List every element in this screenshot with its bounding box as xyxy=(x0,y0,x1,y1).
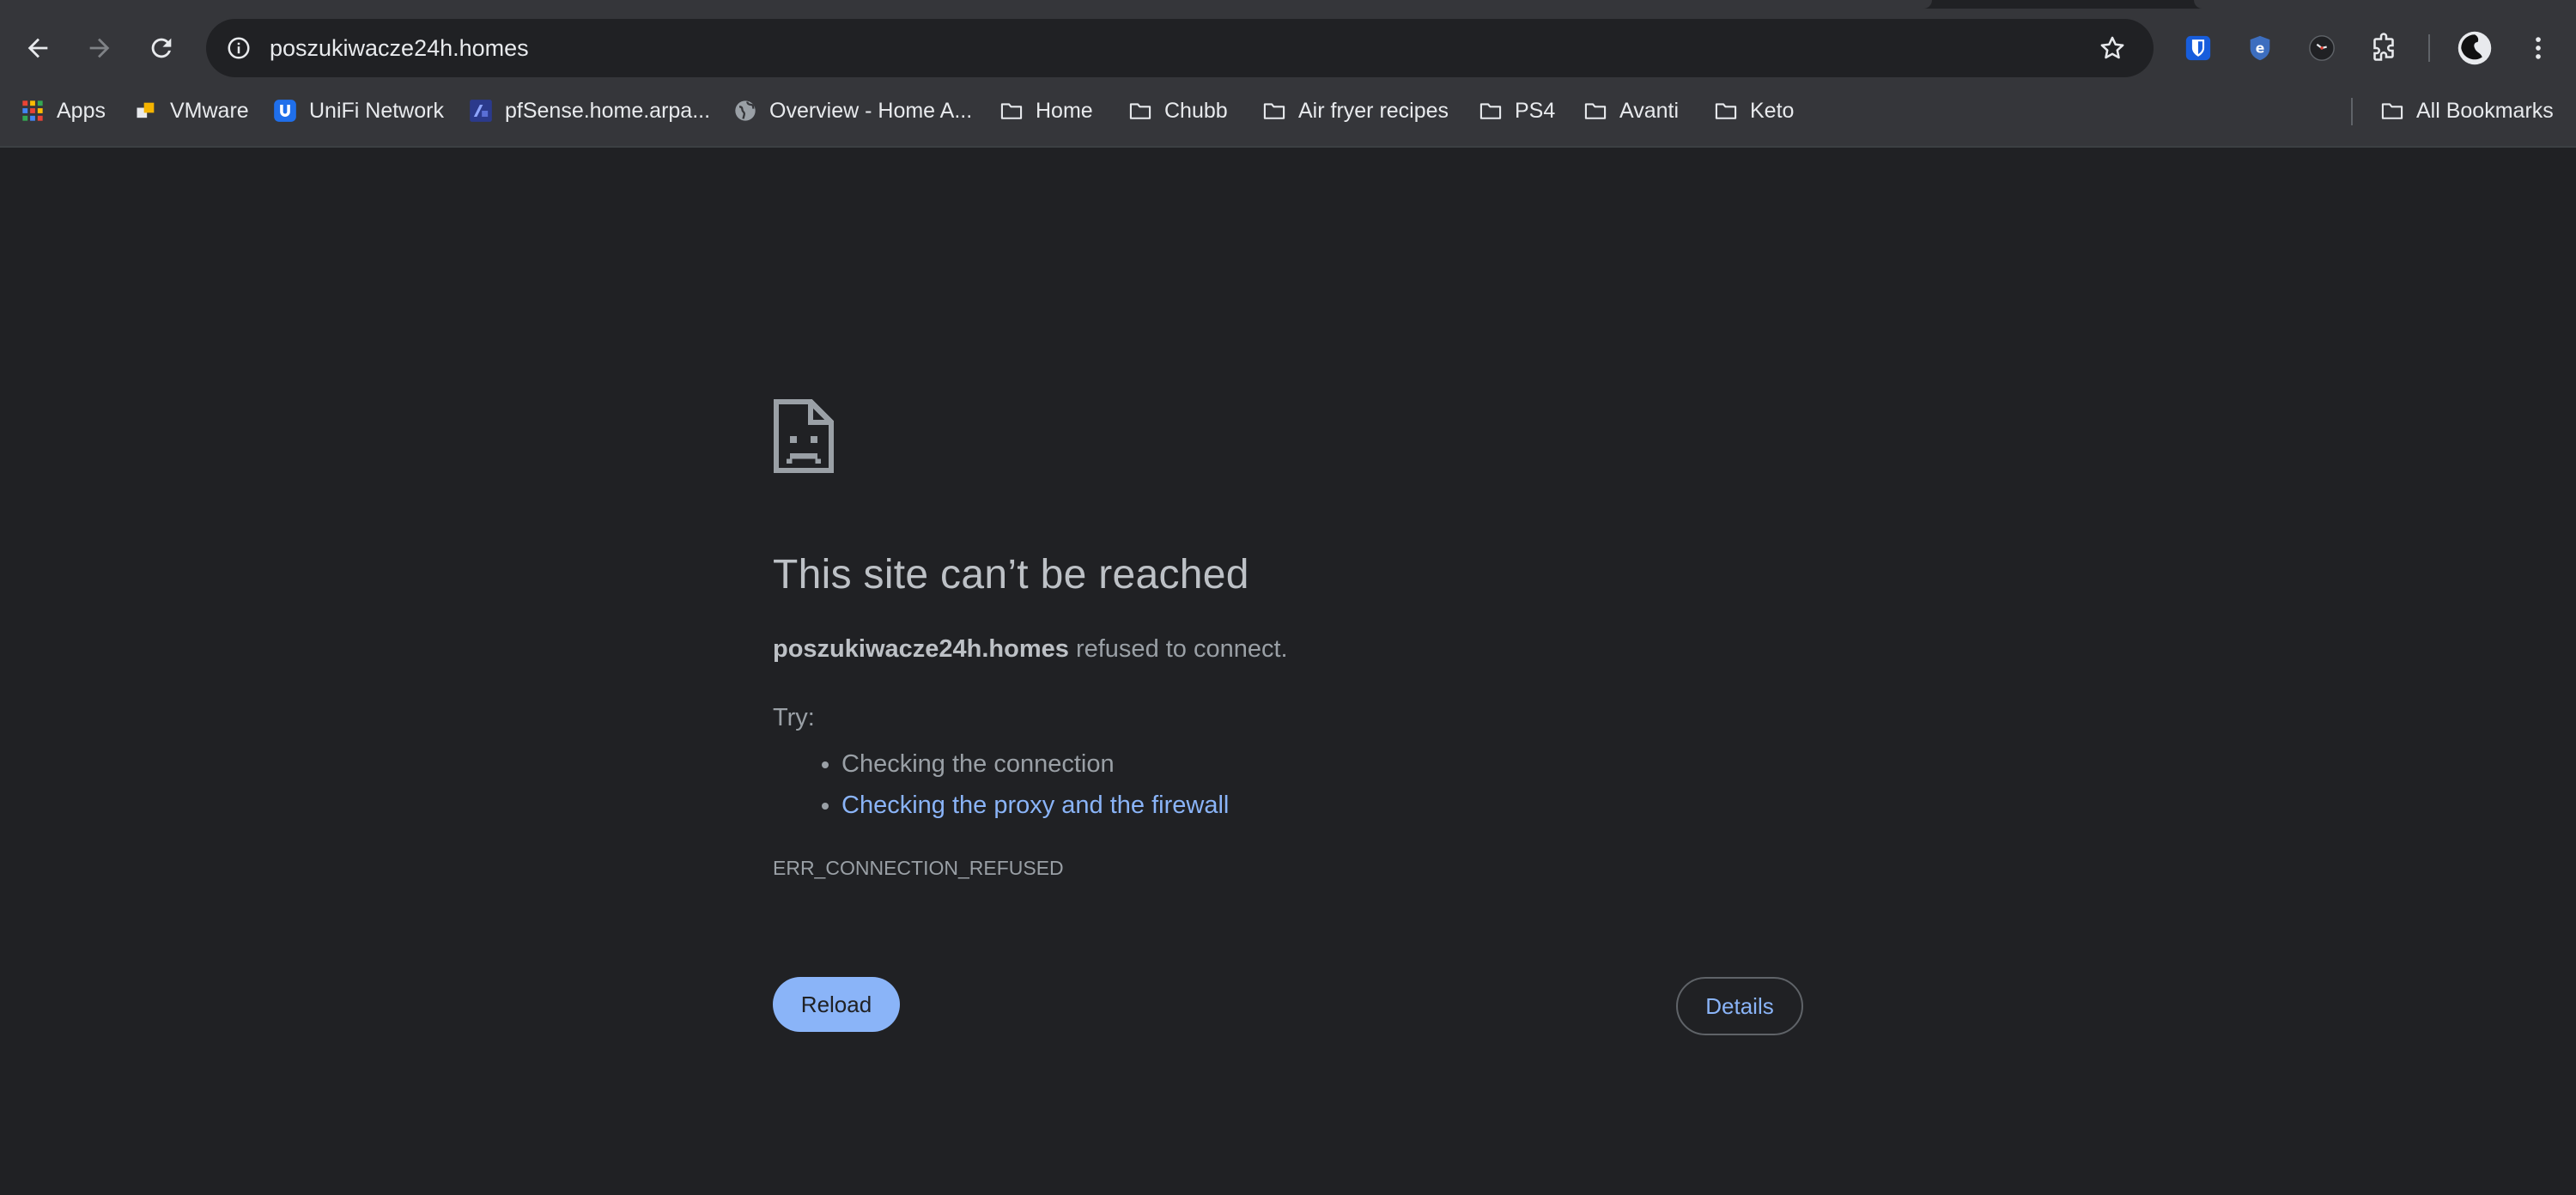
try-label: Try: xyxy=(773,704,815,731)
info-icon xyxy=(228,37,250,59)
bookmark-label: pfSense.home.arpa... xyxy=(505,98,711,123)
details-button[interactable]: Details xyxy=(1676,977,1803,1035)
error-code: ERR_CONNECTION_REFUSED xyxy=(773,857,1064,879)
folder-icon xyxy=(2381,103,2403,119)
all-bookmarks-label: All Bookmarks xyxy=(2416,98,2554,123)
tab[interactable] xyxy=(2194,0,2576,9)
bookmark-label: Air fryer recipes xyxy=(1298,98,1449,123)
kebab-menu-icon xyxy=(2536,37,2541,59)
bookmarks-separator xyxy=(2351,98,2353,125)
apps-grid-icon xyxy=(22,100,43,121)
bookmark-overview-home[interactable]: Overview - Home A... xyxy=(733,88,972,134)
folder-icon xyxy=(1129,103,1151,119)
bookmark-label: PS4 xyxy=(1515,98,1556,123)
folder-icon xyxy=(1000,103,1023,119)
bookmark-label: VMware xyxy=(170,98,249,123)
folder-icon xyxy=(1479,103,1502,119)
reload-button[interactable]: Reload xyxy=(773,977,900,1032)
toolbar-separator xyxy=(2428,34,2430,62)
bookmark-label: UniFi Network xyxy=(309,98,444,123)
bookmark-label: Avanti xyxy=(1619,98,1680,123)
profile-button[interactable] xyxy=(2452,26,2497,70)
bookmark-unifi-network[interactable]: UniFi Network xyxy=(273,88,444,134)
error-page: This site can’t be reached poszukiwacze2… xyxy=(0,148,2576,1195)
folder-icon xyxy=(1263,103,1285,119)
error-description-text: refused to connect. xyxy=(1068,635,1288,663)
suggestion-item: Checking the connection xyxy=(841,743,1229,785)
bookmark-folder-chubb[interactable]: Chubb xyxy=(1128,88,1228,134)
vmware-icon xyxy=(137,102,155,118)
back-button[interactable] xyxy=(10,21,65,76)
url-text[interactable]: poszukiwacze24h.homes xyxy=(270,19,529,77)
bookmark-apps[interactable]: Apps xyxy=(21,88,106,134)
bookmark-vmware[interactable]: VMware xyxy=(134,88,249,134)
suggestion-item: Checking the proxy and the firewall xyxy=(841,785,1229,826)
bookmark-star-button[interactable] xyxy=(2093,29,2131,67)
address-bar[interactable]: poszukiwacze24h.homes xyxy=(206,19,2154,77)
all-bookmarks-button[interactable]: All Bookmarks xyxy=(2380,88,2554,134)
pfsense-icon xyxy=(470,100,492,122)
forward-button[interactable] xyxy=(72,21,127,76)
bookmark-folder-ps4[interactable]: PS4 xyxy=(1479,88,1555,134)
browser-chrome: poszukiwacze24h.homes e Apps VMware UniF… xyxy=(0,0,2576,148)
proxy-firewall-link[interactable]: Checking the proxy and the firewall xyxy=(841,792,1229,819)
folder-icon xyxy=(1584,103,1607,119)
bookmark-pfsense[interactable]: pfSense.home.arpa... xyxy=(469,88,710,134)
menu-button[interactable] xyxy=(2516,26,2561,70)
bookmark-label: Chubb xyxy=(1164,98,1228,123)
bookmark-folder-keto[interactable]: Keto xyxy=(1714,88,1794,134)
sad-page-icon xyxy=(773,398,835,474)
site-info-button[interactable] xyxy=(218,27,259,69)
arrow-right-icon xyxy=(89,38,110,58)
active-tab[interactable] xyxy=(0,0,1932,9)
bookmark-folder-home[interactable]: Home xyxy=(999,88,1093,134)
ublock-icon: e xyxy=(2250,35,2270,61)
bookmark-label: Apps xyxy=(57,98,106,123)
bitwarden-extension[interactable] xyxy=(2176,26,2221,70)
error-host: poszukiwacze24h.homes xyxy=(773,635,1069,663)
unifi-icon xyxy=(274,100,296,122)
bitwarden-icon xyxy=(2185,35,2211,61)
reload-icon xyxy=(151,38,172,58)
bookmark-label: Keto xyxy=(1750,98,1795,123)
bookmarks-bar: Apps VMware UniFi Network pfSense.home.a… xyxy=(0,88,2576,146)
star-icon xyxy=(2100,36,2124,59)
tab-strip xyxy=(0,0,2576,9)
globe-icon xyxy=(735,100,756,121)
arrow-left-icon xyxy=(27,38,48,58)
error-title: This site can’t be reached xyxy=(773,552,1249,598)
clock-extension[interactable] xyxy=(2300,26,2344,70)
ublock-extension[interactable]: e xyxy=(2238,26,2282,70)
avatar xyxy=(2458,31,2492,65)
bookmark-label: Overview - Home A... xyxy=(769,98,973,123)
extensions-button[interactable] xyxy=(2361,26,2406,70)
suggestion-text: Checking the connection xyxy=(841,750,1115,778)
svg-text:e: e xyxy=(2256,41,2265,57)
bookmark-folder-air-fryer-recipes[interactable]: Air fryer recipes xyxy=(1262,88,1449,134)
suggestions-list: Checking the connection Checking the pro… xyxy=(773,743,1229,826)
extension-clock-icon xyxy=(2309,35,2335,61)
toolbar: poszukiwacze24h.homes e xyxy=(0,9,2576,88)
bookmark-folder-avanti[interactable]: Avanti xyxy=(1583,88,1679,134)
bookmark-label: Home xyxy=(1036,98,1093,123)
puzzle-icon xyxy=(2373,33,2394,61)
reload-button[interactable] xyxy=(134,21,189,76)
error-description: poszukiwacze24h.homes refused to connect… xyxy=(773,635,1288,664)
folder-icon xyxy=(1715,103,1737,119)
